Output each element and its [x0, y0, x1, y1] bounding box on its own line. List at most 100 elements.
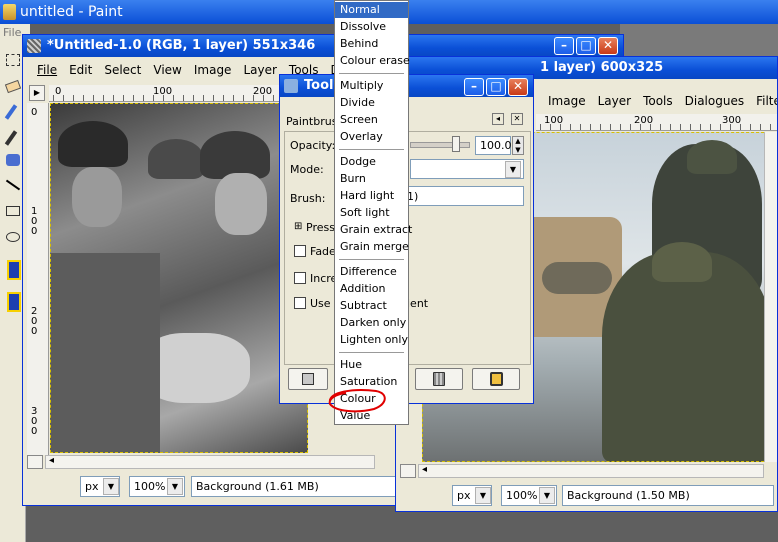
blend-item-overlay[interactable]: Overlay	[335, 129, 408, 145]
menu-layer[interactable]: Layer	[592, 92, 637, 110]
menu-filters[interactable]: Filters	[750, 92, 777, 110]
rectangle-tool-icon[interactable]	[6, 206, 20, 216]
status-bar: px ▼ 100% ▼ Background (1.50 MB)	[396, 483, 777, 509]
horizontal-ruler: 100 200 300	[536, 114, 777, 131]
vruler-label-200: 2 0 0	[31, 306, 38, 337]
close-button[interactable]: ✕	[508, 78, 528, 96]
nav-button[interactable]	[400, 464, 416, 478]
menu-select[interactable]: Select	[98, 61, 147, 79]
blend-item-multiply[interactable]: Multiply	[335, 78, 408, 94]
mode-label: Mode:	[290, 163, 324, 176]
panel-close-icon[interactable]: ✕	[511, 113, 523, 125]
canvas-photo-bw[interactable]	[50, 103, 308, 453]
opacity-value[interactable]: 100.0	[475, 136, 512, 155]
delete-options-button[interactable]	[415, 368, 463, 390]
h-scrollbar[interactable]: ◂	[418, 464, 764, 478]
workspace-bg	[620, 24, 778, 56]
blend-item-hard-light[interactable]: Hard light	[335, 188, 408, 204]
minimize-button[interactable]: –	[464, 78, 484, 96]
gradient-checkbox[interactable]	[294, 297, 306, 309]
fill-tool-icon[interactable]	[6, 154, 20, 166]
menu-separator	[339, 352, 404, 353]
tube-shape	[542, 262, 612, 294]
paint-title: untitled - Paint	[20, 4, 123, 20]
vertical-ruler: 0 1 0 0 2 0 0 3 0 0	[27, 103, 49, 455]
incremental-checkbox[interactable]	[294, 272, 306, 284]
v-scrollbar[interactable]	[764, 132, 777, 462]
eraser-tool-icon[interactable]	[4, 79, 22, 94]
brush-field[interactable]: 1)	[402, 186, 524, 206]
opacity-spinner[interactable]: ▲ ▼	[512, 136, 524, 155]
helmet-shape	[652, 242, 712, 282]
blend-item-addition[interactable]: Addition	[335, 281, 408, 297]
select-tool-icon[interactable]	[6, 54, 20, 66]
image-window-1-titlebar: *Untitled-1.0 (RGB, 1 layer) 551x346	[23, 35, 623, 57]
blend-item-hue[interactable]: Hue	[335, 357, 408, 373]
pressure-expander-icon[interactable]: ⊞	[294, 221, 302, 232]
blend-item-soft-light[interactable]: Soft light	[335, 205, 408, 221]
paint-app-icon	[3, 4, 16, 20]
unit-dropdown-arrow[interactable]: ▼	[103, 478, 119, 495]
reset-options-button[interactable]	[472, 368, 520, 390]
minimize-button[interactable]: –	[554, 37, 574, 55]
h-scrollbar[interactable]: ◂	[45, 455, 375, 469]
menu-image[interactable]: Image	[542, 92, 592, 110]
fg-color-icon[interactable]	[7, 260, 21, 280]
menu-edit[interactable]: Edit	[63, 61, 98, 79]
blend-item-lighten-only[interactable]: Lighten only	[335, 332, 408, 348]
blend-item-burn[interactable]: Burn	[335, 171, 408, 187]
nav-button[interactable]	[27, 455, 43, 469]
zoom-dropdown-arrow[interactable]: ▼	[539, 487, 555, 504]
blend-item-darken-only[interactable]: Darken only	[335, 315, 408, 331]
menu-file[interactable]: File	[31, 61, 63, 79]
scroll-left-icon[interactable]: ◂	[49, 455, 54, 466]
picker-tool-icon[interactable]	[4, 104, 18, 120]
blend-item-difference[interactable]: Difference	[335, 264, 408, 280]
save-options-button[interactable]	[288, 368, 328, 390]
blend-item-grain-extract[interactable]: Grain extract	[335, 222, 412, 238]
blend-item-behind[interactable]: Behind	[335, 36, 408, 52]
image-window-2-title: 1 layer) 600x325	[540, 60, 664, 75]
reset-icon	[490, 372, 503, 386]
blend-item-divide[interactable]: Divide	[335, 95, 408, 111]
opacity-slider[interactable]	[410, 142, 470, 148]
mode-dropdown-arrow[interactable]: ▼	[505, 161, 521, 178]
helmet-shape	[200, 131, 270, 179]
opacity-label: Opacity:	[290, 139, 336, 152]
menu-layer[interactable]: Layer	[237, 61, 282, 79]
bg-color-icon[interactable]	[7, 292, 21, 312]
face-shape	[72, 167, 122, 227]
maximize-button[interactable]: □	[486, 78, 506, 96]
line-tool-icon[interactable]	[5, 179, 21, 191]
gradient-label-suffix: ient	[407, 297, 429, 310]
image-window-2-menubar: ImageLayerToolsDialoguesFilters	[542, 92, 777, 110]
menu-image[interactable]: Image	[188, 61, 238, 79]
red-annotation-circle	[328, 389, 386, 413]
horizontal-ruler: 0 100 200	[49, 85, 309, 102]
menu-dialogues[interactable]: Dialogues	[679, 92, 750, 110]
blend-item-dissolve[interactable]: Dissolve	[335, 19, 408, 35]
blend-item-screen[interactable]: Screen	[335, 112, 408, 128]
blend-item-subtract[interactable]: Subtract	[335, 298, 408, 314]
panel-menu-icon[interactable]: ◂	[492, 113, 504, 125]
blend-item-colour-erase[interactable]: Colour erase	[335, 53, 410, 69]
zoom-dropdown-arrow[interactable]: ▼	[167, 478, 183, 495]
uniform-shape	[50, 253, 160, 453]
fade-checkbox[interactable]	[294, 245, 306, 257]
pencil-tool-icon[interactable]	[4, 130, 18, 146]
menu-tools[interactable]: Tools	[637, 92, 679, 110]
maximize-button[interactable]: □	[576, 37, 596, 55]
blend-item-dodge[interactable]: Dodge	[335, 154, 408, 170]
gimp-wilber-icon	[284, 79, 298, 93]
opacity-slider-handle[interactable]	[452, 136, 460, 152]
tool-options-title: Tool	[304, 78, 334, 93]
blend-item-grain-merge[interactable]: Grain merge	[335, 239, 409, 255]
blend-item-normal[interactable]: Normal	[335, 2, 408, 18]
close-button[interactable]: ✕	[598, 37, 618, 55]
menu-view[interactable]: View	[147, 61, 187, 79]
scroll-left-icon[interactable]: ◂	[422, 464, 427, 475]
menu-arrow-button[interactable]: ▶	[29, 85, 45, 101]
ellipse-tool-icon[interactable]	[6, 232, 20, 242]
image-window-1-title: *Untitled-1.0 (RGB, 1 layer) 551x346	[47, 38, 316, 53]
unit-dropdown-arrow[interactable]: ▼	[475, 487, 491, 504]
